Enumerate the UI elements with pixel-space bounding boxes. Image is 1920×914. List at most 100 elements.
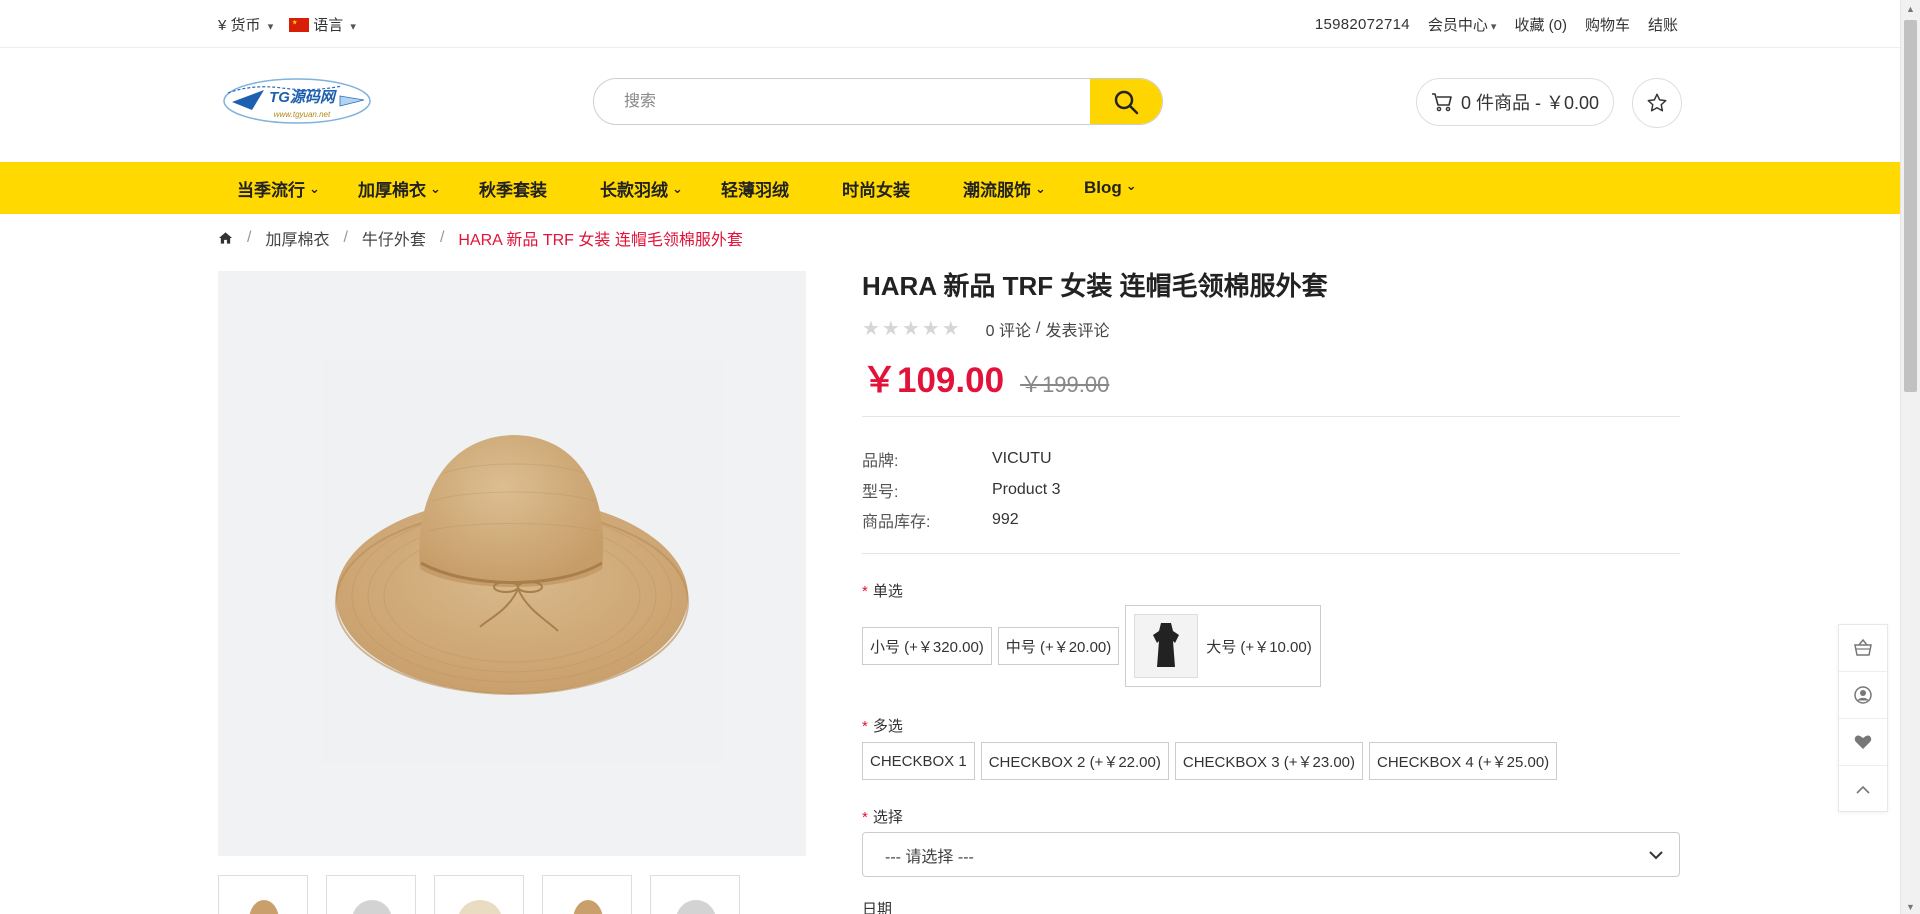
spec-value[interactable]: VICUTU [992, 450, 1052, 468]
cart-summary-button[interactable]: 0 件商品 - ￥0.00 [1416, 78, 1614, 126]
thumbnail-sweater[interactable] [434, 875, 524, 914]
breadcrumb: / 加厚棉衣 / 牛仔外套 / HARA 新品 TRF 女装 连帽毛领棉服外套 [218, 226, 743, 250]
china-flag-icon [289, 17, 310, 32]
spec-label: 品牌: [862, 453, 899, 471]
required-mark: * [862, 583, 868, 600]
radio-option-large-label: 大号 (+￥10.00) [1206, 638, 1312, 656]
breadcrumb-current[interactable]: HARA 新品 TRF 女装 连帽毛领棉服外套 [458, 226, 742, 250]
nav-item-padded-coats[interactable]: 加厚棉衣 ⌄ [343, 176, 464, 201]
select-value: --- 请选择 --- [885, 848, 974, 866]
nav-item-womens-fashion[interactable]: 时尚女装 [827, 176, 948, 201]
cart-icon [1431, 93, 1452, 112]
wishlist-count: (0) [1548, 16, 1567, 34]
nav-item-blog[interactable]: Blog ⌄ [1069, 178, 1190, 198]
top-utility-bar: ¥ 货币 语言 15982072714 会员中心 收藏 (0) 购物车 结账 [0, 0, 1900, 48]
nav-item-trending[interactable]: 当季流行 ⌄ [222, 176, 343, 201]
write-review-link[interactable]: 发表评论 [1045, 317, 1109, 341]
search-input[interactable] [594, 79, 1090, 124]
nav-label: 秋季套装 [479, 180, 547, 200]
thumbnail-hat[interactable] [218, 875, 308, 914]
wishlist-link[interactable]: 收藏 (0) [1514, 14, 1567, 35]
chevron-down-icon: ⌄ [1035, 180, 1046, 196]
date-option-label: 日期 [862, 901, 893, 914]
currency-dropdown[interactable]: ¥ 货币 [218, 14, 273, 35]
floating-cart-button[interactable] [1839, 625, 1887, 672]
floating-toolbar [1838, 624, 1888, 812]
nav-label: 潮流服饰 [963, 180, 1031, 200]
nav-label: 轻薄羽绒 [721, 180, 789, 200]
wishlist-label: 收藏 [1514, 16, 1545, 34]
heart-icon [1854, 735, 1872, 749]
radio-option-medium[interactable]: 中号 (+￥20.00) [997, 627, 1120, 665]
checkbox-option-1[interactable]: CHECKBOX 1 [862, 742, 975, 780]
account-dropdown[interactable]: 会员中心 [1428, 14, 1497, 35]
breadcrumb-link[interactable]: 加厚棉衣 [265, 226, 329, 250]
straw-hat-image [335, 435, 689, 695]
nav-item-streetwear[interactable]: 潮流服饰 ⌄ [948, 176, 1069, 201]
wishlist-button[interactable] [1632, 78, 1682, 128]
spec-row-brand: 品牌: VICUTU [862, 444, 1060, 475]
required-mark: * [862, 809, 868, 826]
thumbnail-shoes-2[interactable] [650, 875, 740, 914]
radio-option-small[interactable]: 小号 (+￥320.00) [862, 627, 992, 665]
breadcrumb-link[interactable]: 牛仔外套 [362, 226, 426, 250]
spec-value: 992 [992, 511, 1019, 529]
site-logo[interactable]: TG源码网 www.tgyuan.net [222, 76, 372, 126]
current-price: ￥109.00 [862, 361, 1005, 400]
page-scrollbar[interactable]: ▲ ▼ [1900, 0, 1920, 914]
home-icon[interactable] [218, 231, 233, 245]
radio-options: 小号 (+￥320.00) 中号 (+￥20.00) 大号 (+￥10.00) [862, 605, 1321, 687]
search-button[interactable] [1090, 79, 1162, 124]
checkbox-option-4[interactable]: CHECKBOX 4 (+￥25.00) [1369, 742, 1558, 780]
language-label: 语言 [313, 16, 344, 34]
thumbnail-hat-2[interactable] [542, 875, 632, 914]
language-dropdown[interactable]: 语言 [289, 14, 356, 35]
search-icon [1114, 90, 1139, 114]
site-header: TG源码网 www.tgyuan.net 0 件商品 - ￥0.00 [0, 48, 1900, 162]
chevron-down-icon [1649, 850, 1663, 859]
checkbox-option-2[interactable]: CHECKBOX 2 (+￥22.00) [980, 742, 1169, 780]
currency-label: 货币 [230, 16, 261, 34]
chevron-down-icon: ⌄ [309, 180, 320, 196]
svg-text:www.tgyuan.net: www.tgyuan.net [274, 110, 331, 119]
back-to-top-button[interactable] [1839, 766, 1887, 813]
spec-row-model: 型号: Product 3 [862, 475, 1060, 506]
checkout-link[interactable]: 结账 [1648, 14, 1678, 35]
old-price: ￥199.00 [1020, 372, 1110, 397]
checkbox-options: CHECKBOX 1 CHECKBOX 2 (+￥22.00) CHECKBOX… [862, 742, 1558, 780]
account-label: 会员中心 [1427, 16, 1488, 34]
product-main-image[interactable] [218, 271, 806, 856]
checkbox-option-3[interactable]: CHECKBOX 3 (+￥23.00) [1174, 742, 1364, 780]
rating-row: ★★★★★ 0 评论 / 发表评论 [862, 316, 1109, 341]
chevron-down-icon: ⌄ [672, 180, 683, 196]
radio-label-text: 单选 [872, 583, 903, 600]
reviews-link[interactable]: 0 评论 [986, 317, 1031, 341]
nav-label: 时尚女装 [842, 180, 910, 200]
thumbnail-shoes[interactable] [326, 875, 416, 914]
radio-option-label: * 单选 [862, 580, 903, 601]
floating-account-button[interactable] [1839, 672, 1887, 719]
nav-label: Blog [1084, 178, 1122, 197]
radio-option-large[interactable]: 大号 (+￥10.00) [1125, 605, 1321, 687]
floating-wishlist-button[interactable] [1839, 719, 1887, 766]
select-option-label: * 选择 [862, 806, 903, 827]
scroll-down-arrow-icon[interactable]: ▼ [1906, 902, 1915, 912]
nav-item-light-down[interactable]: 轻薄羽绒 [706, 176, 827, 201]
scrollbar-thumb[interactable] [1904, 20, 1917, 392]
cart-link[interactable]: 购物车 [1585, 14, 1630, 35]
scroll-up-arrow-icon[interactable]: ▲ [1906, 4, 1915, 14]
currency-symbol: ¥ [218, 16, 227, 34]
nav-label: 长款羽绒 [600, 180, 668, 200]
nav-item-long-down[interactable]: 长款羽绒 ⌄ [585, 176, 706, 201]
cart-summary-text: 0 件商品 - ￥0.00 [1460, 93, 1600, 113]
review-separator: / [1036, 319, 1041, 337]
product-title: HARA 新品 TRF 女装 连帽毛领棉服外套 [862, 271, 1328, 301]
chevron-down-icon: ⌄ [430, 180, 441, 196]
option-select[interactable]: --- 请选择 --- [862, 832, 1680, 877]
chevron-up-icon [1856, 785, 1870, 794]
user-icon [1854, 686, 1872, 704]
nav-item-autumn-sets[interactable]: 秋季套装 [464, 176, 585, 201]
breadcrumb-separator: / [247, 229, 252, 246]
nav-label: 当季流行 [237, 180, 305, 200]
spec-row-stock: 商品库存: 992 [862, 505, 1060, 536]
